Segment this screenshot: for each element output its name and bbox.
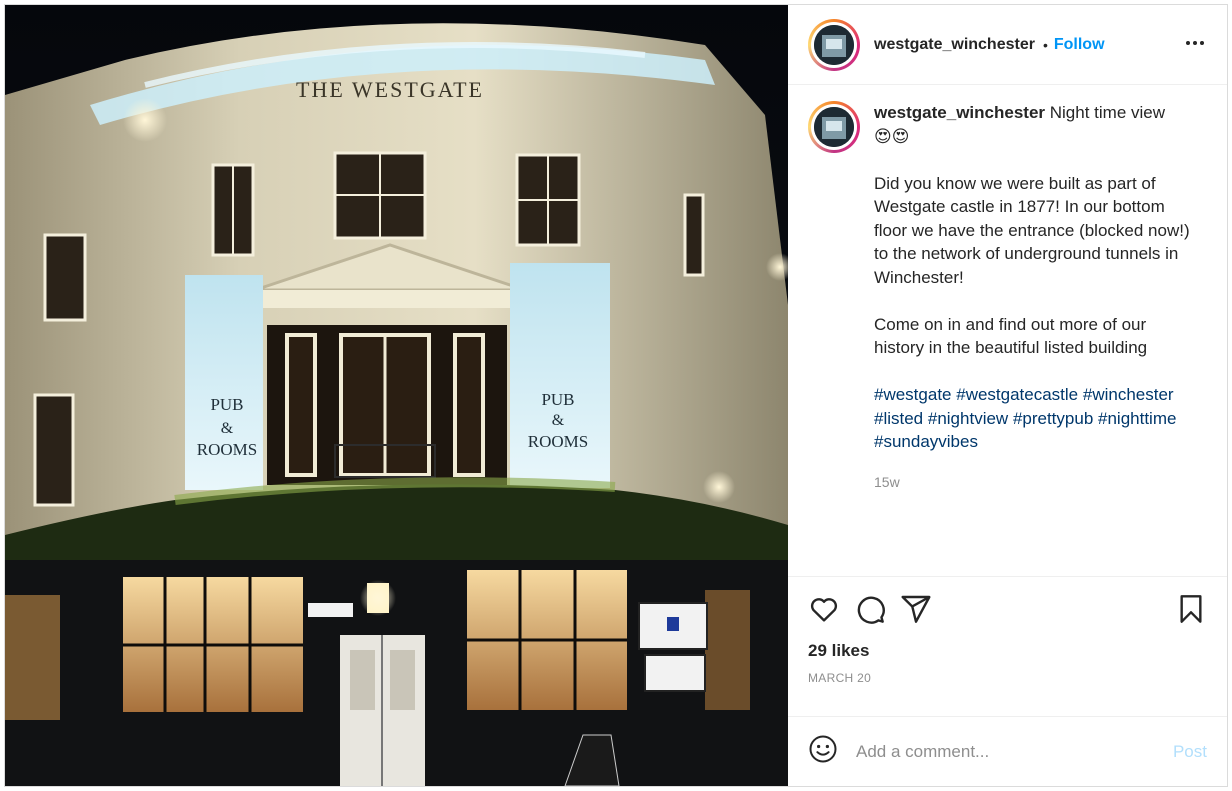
caption-text: westgate_winchester Night time view 😍😍 D… bbox=[874, 101, 1192, 576]
hashtag-link[interactable]: #westgatecastle bbox=[956, 385, 1078, 404]
caption-emojis: 😍😍 bbox=[874, 126, 910, 146]
sign-pub-rooms-right: PUB bbox=[541, 390, 574, 409]
header-username[interactable]: westgate_winchester bbox=[874, 36, 1035, 54]
post-header: westgate_winchester • Follow bbox=[788, 5, 1227, 85]
caption-username[interactable]: westgate_winchester bbox=[874, 103, 1045, 122]
sign-westgate-text: THE WESTGATE bbox=[296, 77, 484, 102]
svg-text:ROOMS: ROOMS bbox=[528, 432, 588, 451]
action-icons-row bbox=[808, 591, 1207, 627]
caption-hashtags: #westgate #westgatecastle #winchester #l… bbox=[874, 383, 1192, 454]
action-section: 29 likes MARCH 20 bbox=[788, 576, 1227, 716]
hashtag-link[interactable]: #prettypub bbox=[1013, 409, 1093, 428]
sign-pub-rooms-left: PUB bbox=[210, 395, 243, 414]
hashtag-link[interactable]: #sundayvibes bbox=[874, 432, 978, 451]
avatar[interactable] bbox=[808, 18, 860, 71]
svg-text:ROOMS: ROOMS bbox=[197, 440, 257, 459]
caption-paragraph-2: Come on in and find out more of our hist… bbox=[874, 314, 1148, 358]
bookmark-icon[interactable] bbox=[1175, 593, 1207, 625]
avatar-image bbox=[814, 24, 854, 65]
post-side-panel: westgate_winchester • Follow westgate_wi… bbox=[788, 5, 1227, 786]
hashtag-link[interactable]: #nighttime bbox=[1098, 409, 1176, 428]
hashtag-link[interactable]: #winchester bbox=[1083, 385, 1174, 404]
comment-input[interactable] bbox=[856, 741, 1173, 762]
post-image[interactable]: THE WESTGATE PUB & ROOMS PUB & ROOMS bbox=[5, 5, 788, 786]
heart-icon[interactable] bbox=[808, 593, 840, 625]
hashtag-link[interactable]: #westgate bbox=[874, 385, 952, 404]
share-icon[interactable] bbox=[900, 593, 932, 625]
post-date: MARCH 20 bbox=[808, 671, 872, 685]
caption-avatar[interactable] bbox=[808, 101, 860, 153]
hashtag-link[interactable]: #nightview bbox=[928, 409, 1008, 428]
hashtag-link[interactable]: #listed bbox=[874, 409, 923, 428]
comment-icon[interactable] bbox=[854, 593, 886, 625]
svg-text:&: & bbox=[221, 420, 234, 437]
likes-count[interactable]: 29 likes bbox=[808, 641, 1207, 661]
separator-dot: • bbox=[1042, 36, 1048, 53]
more-options-icon[interactable] bbox=[1183, 31, 1207, 59]
post-comment-button[interactable]: Post bbox=[1173, 742, 1207, 762]
caption-line1: Night time view bbox=[1049, 103, 1166, 122]
svg-text:&: & bbox=[552, 412, 565, 429]
avatar-image bbox=[814, 107, 854, 147]
follow-button[interactable]: Follow bbox=[1054, 36, 1105, 54]
smiley-icon[interactable] bbox=[808, 734, 838, 769]
caption-timestamp[interactable]: 15w bbox=[874, 471, 1192, 495]
post-modal: THE WESTGATE PUB & ROOMS PUB & ROOMS wes… bbox=[4, 4, 1228, 787]
caption-paragraph-1: Did you know we were built as part of We… bbox=[874, 173, 1190, 287]
caption-area: westgate_winchester Night time view 😍😍 D… bbox=[788, 85, 1227, 576]
comment-bar: Post bbox=[788, 716, 1227, 786]
